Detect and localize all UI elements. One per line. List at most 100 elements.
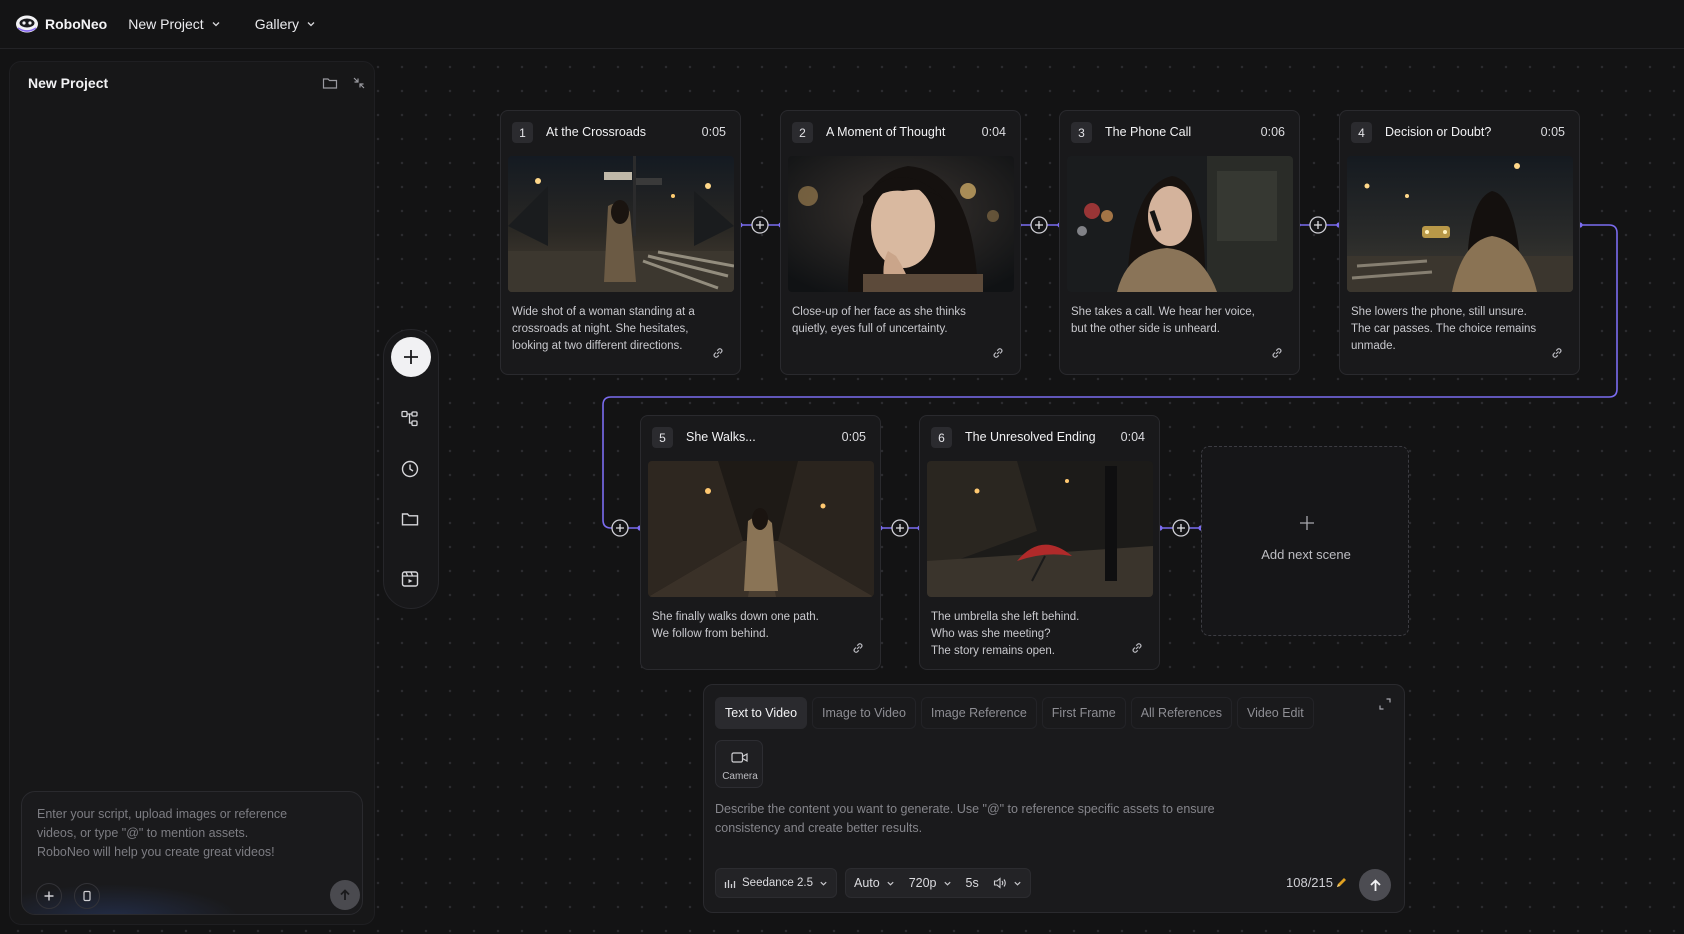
link-icon[interactable] [851, 641, 865, 655]
link-icon[interactable] [1130, 641, 1144, 655]
attach-button[interactable] [36, 883, 62, 909]
scene-duration: 0:06 [1260, 125, 1285, 139]
resolution-value[interactable]: 720p [909, 876, 937, 890]
scene-duration: 0:05 [841, 430, 866, 444]
scene-title[interactable]: At the Crossroads [546, 125, 646, 139]
generation-controls: Seedance 2.5 Auto 720p 5s [715, 868, 1031, 898]
description-line: The car passes. The choice remains [1351, 323, 1537, 335]
scene-thumbnail[interactable] [1347, 156, 1573, 292]
scene-thumbnail[interactable] [788, 156, 1014, 292]
gallery-menu[interactable]: Gallery [255, 16, 316, 32]
chevron-down-icon [943, 881, 951, 886]
description-line: quietly, eyes full of uncertainty. [792, 323, 948, 335]
project-menu[interactable]: New Project [128, 16, 220, 32]
description-line: She finally walks down one path. [652, 611, 819, 623]
generate-button[interactable] [1359, 869, 1391, 901]
scene-title[interactable]: A Moment of Thought [826, 125, 945, 139]
chat-input[interactable]: Enter your script, upload images or refe… [21, 791, 363, 915]
canvas-toolbar [383, 329, 439, 609]
flowchart-icon [401, 410, 418, 427]
ratio-value[interactable]: Auto [854, 876, 880, 890]
scene-card-5[interactable]: 5 She Walks... 0:05 She finally walks do… [640, 415, 881, 670]
pencil-icon [1337, 878, 1346, 887]
device-button[interactable] [74, 883, 100, 909]
app-name: RoboNeo [45, 16, 108, 32]
expand-icon[interactable] [1378, 697, 1392, 711]
video-button[interactable] [399, 568, 421, 590]
prompt-input[interactable]: Describe the content you want to generat… [715, 800, 1275, 838]
chevron-down-icon [307, 22, 315, 27]
scene-description: She finally walks down one path. We foll… [652, 609, 872, 643]
flow-tool-button[interactable] [399, 408, 421, 430]
settings-select[interactable]: Auto 720p 5s [844, 868, 1031, 898]
scene-card-1[interactable]: 1 At the Crossroads 0:05 Wide shot of a … [500, 110, 741, 375]
scene-description: Wide shot of a woman standing at a cross… [512, 304, 732, 355]
crossroads-image [508, 156, 734, 292]
scene-title[interactable]: Decision or Doubt? [1385, 125, 1491, 139]
model-select[interactable]: Seedance 2.5 [715, 868, 837, 898]
plus-icon [404, 350, 418, 364]
description-line: We follow from behind. [652, 628, 769, 640]
add-next-scene-button[interactable]: Add next scene [1201, 446, 1409, 636]
tab-video-edit[interactable]: Video Edit [1236, 697, 1314, 729]
roboneo-logo-icon [16, 15, 38, 33]
scene-duration: 0:05 [1540, 125, 1565, 139]
phone-call-image [1067, 156, 1293, 292]
add-next-scene-label: Add next scene [1261, 547, 1351, 562]
bars-icon [724, 879, 736, 888]
link-icon[interactable] [991, 346, 1005, 360]
scene-number: 4 [1351, 122, 1372, 143]
scene-title[interactable]: The Phone Call [1105, 125, 1191, 139]
camera-button[interactable]: Camera [715, 740, 763, 788]
folder-icon [401, 513, 419, 526]
audio-icon[interactable] [993, 877, 1007, 889]
scene-card-2[interactable]: 2 A Moment of Thought 0:04 Close-up of h… [780, 110, 1021, 375]
add-scene-button[interactable] [391, 337, 431, 377]
scene-description: She lowers the phone, still unsure. The … [1351, 304, 1571, 355]
scene-title[interactable]: She Walks... [686, 430, 756, 444]
clock-icon [401, 460, 419, 478]
description-line: She lowers the phone, still unsure. [1351, 306, 1527, 318]
scene-thumbnail[interactable] [927, 461, 1153, 597]
plus-icon [44, 891, 54, 901]
chat-send-button[interactable] [330, 880, 360, 910]
assets-button[interactable] [399, 508, 421, 530]
camera-label: Camera [722, 771, 758, 782]
history-button[interactable] [399, 458, 421, 480]
folder-icon[interactable] [321, 74, 339, 92]
description-line: crossroads at night. She hesitates, [512, 323, 689, 335]
collapse-icon[interactable] [350, 74, 368, 92]
link-icon[interactable] [1270, 346, 1284, 360]
placeholder-line: videos, or type "@" to mention assets. [37, 826, 249, 840]
tab-text-to-video[interactable]: Text to Video [715, 697, 808, 729]
arrow-up-icon [1369, 878, 1381, 891]
link-icon[interactable] [711, 346, 725, 360]
scene-card-6[interactable]: 6 The Unresolved Ending 0:04 The umbrell… [919, 415, 1160, 670]
description-line: but the other side is unheard. [1071, 323, 1220, 335]
tab-all-references[interactable]: All References [1130, 697, 1232, 729]
scene-card-4[interactable]: 4 Decision or Doubt? 0:05 She lowers the… [1339, 110, 1580, 375]
link-icon[interactable] [1550, 346, 1564, 360]
tab-image-to-video[interactable]: Image to Video [812, 697, 916, 729]
scene-title[interactable]: The Unresolved Ending [965, 430, 1096, 444]
scene-thumbnail[interactable] [508, 156, 734, 292]
phone-icon [83, 890, 91, 902]
scene-card-3[interactable]: 3 The Phone Call 0:06 She takes a call. … [1059, 110, 1300, 375]
scene-thumbnail[interactable] [1067, 156, 1293, 292]
scene-description: Close-up of her face as she thinks quiet… [792, 304, 1012, 338]
tab-first-frame[interactable]: First Frame [1041, 697, 1126, 729]
umbrella-image [927, 461, 1153, 597]
chevron-down-icon [212, 22, 220, 27]
description-line: The umbrella she left behind. [931, 611, 1080, 623]
description-line: Wide shot of a woman standing at a [512, 306, 695, 318]
description-line: Who was she meeting? [931, 628, 1051, 640]
camera-icon [731, 752, 748, 763]
description-line: Close-up of her face as she thinks [792, 306, 966, 318]
length-value[interactable]: 5s [966, 876, 979, 890]
scene-number: 3 [1071, 122, 1092, 143]
scene-number: 6 [931, 427, 952, 448]
scene-duration: 0:04 [981, 125, 1006, 139]
tab-image-reference[interactable]: Image Reference [920, 697, 1037, 729]
scene-thumbnail[interactable] [648, 461, 874, 597]
app-logo[interactable]: RoboNeo [15, 0, 107, 49]
